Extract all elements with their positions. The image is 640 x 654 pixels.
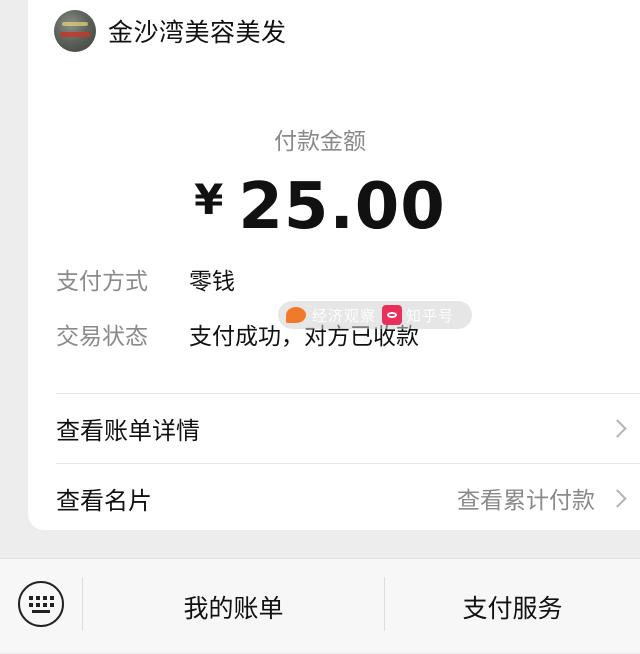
bottom-bar: 我的账单 支付服务: [0, 558, 640, 653]
merchant-header[interactable]: 金沙湾美容美发: [54, 8, 287, 54]
amount-label: 付款金额: [274, 129, 366, 155]
watermark-text-1: 经济观察: [312, 306, 377, 325]
bill-details-row[interactable]: 查看账单详情: [56, 394, 640, 462]
amount-value: 25.00: [238, 170, 446, 244]
merchant-name: 金沙湾美容美发: [108, 18, 287, 47]
chevron-right-icon: [608, 488, 627, 508]
cumulative-payment-link[interactable]: 查看累计付款: [457, 481, 595, 515]
eye-icon: [382, 305, 403, 325]
payment-method-value: 零钱: [189, 269, 235, 295]
watermark: 经济观察 知乎号: [278, 301, 472, 329]
payment-method-label: 支付方式: [56, 269, 148, 295]
payment-services-button[interactable]: 支付服务: [385, 559, 640, 654]
bill-details-label: 查看账单详情: [56, 416, 200, 445]
my-bills-button[interactable]: 我的账单: [83, 559, 384, 654]
currency-symbol: ¥: [194, 175, 225, 224]
business-card-row[interactable]: 查看名片 查看累计付款: [56, 464, 640, 532]
keyboard-icon[interactable]: [18, 581, 64, 627]
transaction-status-label: 交易状态: [56, 324, 148, 350]
payment-amount: ¥25.00: [28, 170, 612, 244]
merchant-avatar: [54, 10, 96, 52]
watermark-text-2: 知乎号: [406, 306, 455, 325]
chevron-right-icon: [608, 418, 627, 438]
business-card-label: 查看名片: [56, 486, 152, 515]
payment-card: 金沙湾美容美发 付款金额 ¥25.00 支付方式 零钱 交易状态 支付成功，对方…: [28, 0, 640, 530]
payment-method-row: 支付方式 零钱: [56, 262, 235, 296]
watermark-logo-icon: [286, 307, 306, 323]
